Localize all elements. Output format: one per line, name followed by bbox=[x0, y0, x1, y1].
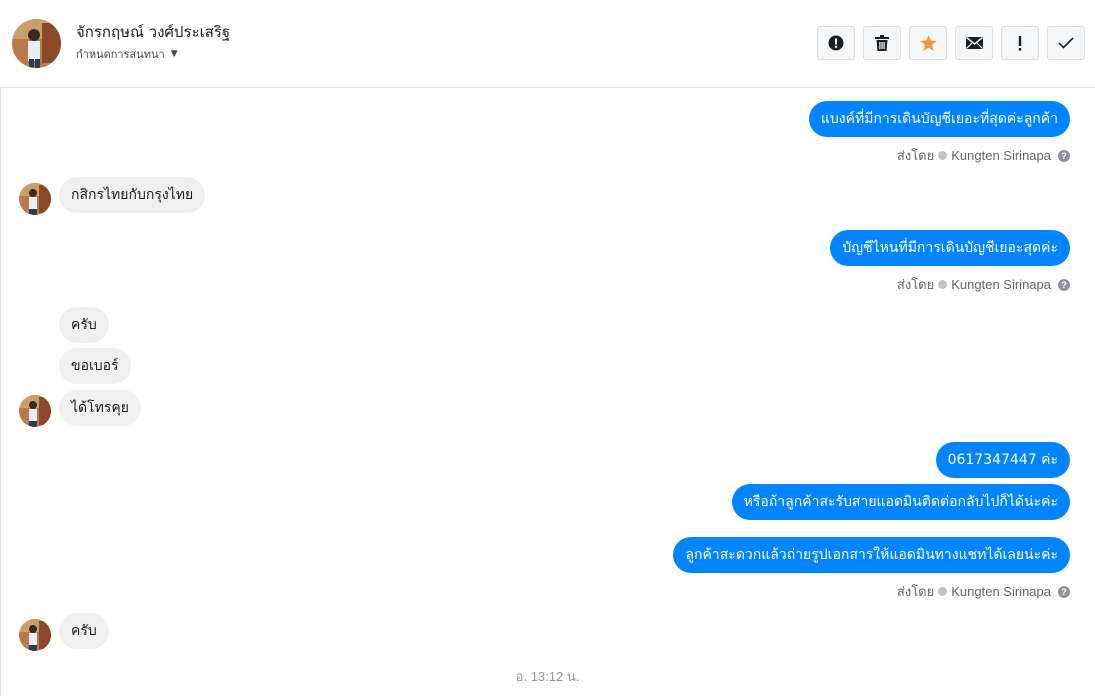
sent-check-icon bbox=[938, 587, 948, 596]
message-timestamp: อ. 13:12 น. bbox=[515, 669, 580, 684]
spam-report-button[interactable] bbox=[817, 26, 855, 60]
delete-button[interactable] bbox=[863, 26, 901, 60]
conversation-header: จักรกฤษณ์ วงศ์ประเสริฐ กำหนดการสนทนา ▼ bbox=[0, 0, 1095, 88]
sent-by-agent[interactable]: Kungten Sirinapa bbox=[951, 584, 1051, 599]
contact-avatar-small[interactable] bbox=[19, 183, 51, 215]
exclamation-icon bbox=[1018, 35, 1022, 51]
contact-avatar[interactable] bbox=[12, 19, 61, 68]
star-icon bbox=[919, 35, 937, 51]
contact-avatar-small[interactable] bbox=[19, 619, 51, 651]
sent-by-agent[interactable]: Kungten Sirinapa bbox=[951, 148, 1051, 163]
assign-label: กำหนดการสนทนา bbox=[76, 48, 165, 61]
sent-by-prefix: ส่งโดย bbox=[896, 148, 935, 163]
sent-by-prefix: ส่งโดย bbox=[896, 584, 935, 599]
sent-check-icon bbox=[938, 151, 948, 160]
star-button[interactable] bbox=[909, 26, 947, 60]
assign-conversation-dropdown[interactable]: กำหนดการสนทนา ▼ bbox=[76, 45, 178, 63]
outgoing-message[interactable]: 0617347447 ค่ะ bbox=[935, 442, 1070, 478]
follow-up-button[interactable] bbox=[1001, 26, 1039, 60]
incoming-message[interactable]: กสิกรไทยกับกรุงไทย bbox=[59, 177, 206, 213]
incoming-message[interactable]: ครับ bbox=[59, 307, 109, 343]
toolbar bbox=[817, 26, 1085, 60]
sent-by-line: ส่งโดย Kungten Sirinapa ? bbox=[897, 274, 1070, 295]
checkmark-icon bbox=[1058, 37, 1074, 49]
outgoing-message[interactable]: หรือถ้าลูกค้าสะรับสายแอดมินติดต่อกลับไปก… bbox=[731, 484, 1070, 520]
outgoing-message[interactable]: แบงค์ที่มีการเดินบัญชีเยอะที่สุดค่ะลูกค้… bbox=[808, 101, 1070, 137]
outgoing-message[interactable]: ลูกค้าสะดวกแล้วถ่ายรูปเอกสารให้แอดมินทาง… bbox=[673, 537, 1070, 573]
caret-down-icon: ▼ bbox=[170, 49, 178, 59]
sent-by-line: ส่งโดย Kungten Sirinapa ? bbox=[897, 145, 1070, 166]
sent-by-line: ส่งโดย Kungten Sirinapa ? bbox=[897, 581, 1070, 602]
envelope-icon bbox=[965, 37, 983, 49]
help-icon[interactable]: ? bbox=[1058, 585, 1070, 598]
contact-avatar-small[interactable] bbox=[19, 395, 51, 427]
exclamation-circle-icon bbox=[828, 35, 844, 51]
incoming-message[interactable]: ขอเบอร์ bbox=[59, 348, 131, 384]
left-border bbox=[0, 0, 1, 696]
help-icon[interactable]: ? bbox=[1058, 278, 1070, 291]
mark-done-button[interactable] bbox=[1047, 26, 1085, 60]
sent-check-icon bbox=[938, 280, 948, 289]
trash-icon bbox=[875, 35, 889, 51]
sent-by-prefix: ส่งโดย bbox=[896, 277, 935, 292]
incoming-message[interactable]: ได้โทรคุย bbox=[59, 390, 141, 426]
mark-unread-button[interactable] bbox=[955, 26, 993, 60]
contact-name[interactable]: จักรกฤษณ์ วงศ์ประเสริฐ bbox=[76, 20, 230, 44]
outgoing-message[interactable]: บัญชีไหนที่มีการเดินบัญชีเยอะสุดค่ะ bbox=[830, 230, 1070, 266]
incoming-message[interactable]: ครับ bbox=[59, 613, 109, 649]
help-icon[interactable]: ? bbox=[1058, 149, 1070, 162]
sent-by-agent[interactable]: Kungten Sirinapa bbox=[951, 277, 1051, 292]
